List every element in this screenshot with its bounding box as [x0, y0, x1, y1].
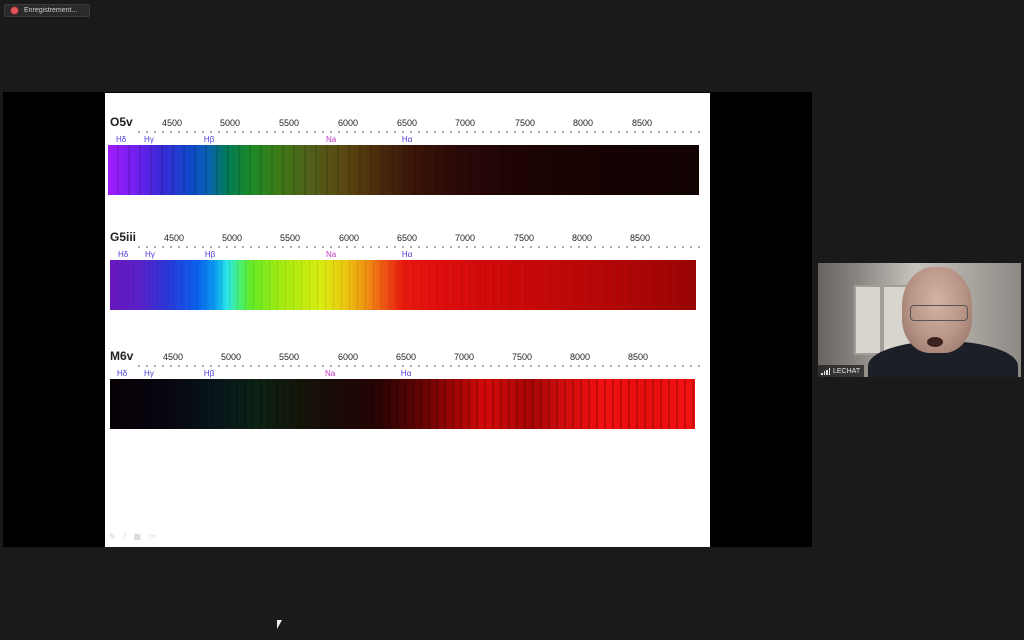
wavelength-tick: 6000 [337, 352, 359, 362]
wavelength-tick: 6000 [337, 118, 359, 128]
tick-dots [135, 365, 700, 367]
wavelength-tick: 7000 [454, 233, 476, 243]
wavelength-tick: 7000 [453, 352, 475, 362]
wavelength-tick: 5000 [221, 233, 243, 243]
recording-indicator[interactable]: Enregistrement... [4, 4, 90, 17]
spectrum-g5iii: G5iii 4500 5000 5500 6000 6500 7000 7500… [105, 230, 710, 320]
participant-video-tile[interactable]: LECHAT [818, 263, 1021, 377]
line-label-h-gamma: Hγ [144, 369, 154, 378]
spectrum-o5v: O5v 4500 5000 5500 6000 6500 7000 7500 8… [105, 115, 710, 205]
wavelength-axis: 4500 5000 5500 6000 6500 7000 7500 8000 … [105, 233, 710, 245]
line-label-h-delta: Hδ [115, 135, 127, 144]
line-label-h-beta: Hβ [203, 135, 215, 144]
mouse-cursor-icon [277, 620, 282, 629]
spectrum-bar [110, 379, 695, 429]
wavelength-tick: 8500 [631, 118, 653, 128]
line-label-h-delta: Hδ [117, 250, 129, 259]
participant-name: LECHAT [833, 367, 861, 375]
tick-dots [135, 131, 700, 133]
record-icon [11, 7, 18, 14]
line-label-sodium: Na [325, 135, 337, 144]
shared-slide: O5v 4500 5000 5500 6000 6500 7000 7500 8… [105, 93, 710, 547]
line-label-h-alpha: Hα [400, 369, 412, 378]
wavelength-tick: 5000 [219, 118, 241, 128]
participant-name-tag: LECHAT [818, 365, 865, 377]
line-label-sodium: Na [325, 250, 337, 259]
participant-glasses [910, 305, 968, 321]
wavelength-tick: 7500 [513, 233, 535, 243]
wavelength-tick: 6500 [396, 233, 418, 243]
tick-dots [135, 246, 700, 248]
spectrum-bar [110, 260, 696, 310]
wavelength-axis: 4500 5000 5500 6000 6500 7000 7500 8000 … [105, 352, 710, 364]
line-label-h-beta: Hβ [204, 250, 216, 259]
wavelength-tick: 7500 [514, 118, 536, 128]
line-label-h-delta: Hδ [116, 369, 128, 378]
line-label-h-beta: Hβ [203, 369, 215, 378]
wavelength-tick: 8500 [627, 352, 649, 362]
wavelength-tick: 4500 [162, 352, 184, 362]
spectrum-m6v: M6v 4500 5000 5500 6000 6500 7000 7500 8… [105, 349, 710, 439]
wavelength-tick: 8000 [571, 233, 593, 243]
wavelength-tick: 4500 [163, 233, 185, 243]
wavelength-tick: 5500 [279, 233, 301, 243]
signal-strength-icon [821, 367, 830, 375]
wavelength-tick: 8000 [572, 118, 594, 128]
wavelength-tick: 5500 [278, 352, 300, 362]
wavelength-tick: 8000 [569, 352, 591, 362]
slide-annotation-toolbar[interactable]: ✎ ⁄ ▦ ⇨ [109, 532, 159, 541]
recording-label: Enregistrement... [24, 7, 78, 14]
wavelength-tick: 5500 [278, 118, 300, 128]
wavelength-tick: 6500 [395, 352, 417, 362]
participant-mouth [927, 337, 943, 347]
wavelength-axis: 4500 5000 5500 6000 6500 7000 7500 8000 … [105, 118, 710, 130]
line-label-h-gamma: Hγ [144, 135, 154, 144]
wavelength-tick: 4500 [161, 118, 183, 128]
spectrum-bar [108, 145, 699, 195]
line-label-sodium: Na [324, 369, 336, 378]
wavelength-tick: 6000 [338, 233, 360, 243]
line-label-h-alpha: Hα [401, 250, 413, 259]
wavelength-tick: 5000 [220, 352, 242, 362]
wavelength-tick: 6500 [396, 118, 418, 128]
wavelength-tick: 7500 [511, 352, 533, 362]
line-label-h-alpha: Hα [401, 135, 413, 144]
wavelength-tick: 8500 [629, 233, 651, 243]
line-label-h-gamma: Hγ [145, 250, 155, 259]
wavelength-tick: 7000 [454, 118, 476, 128]
